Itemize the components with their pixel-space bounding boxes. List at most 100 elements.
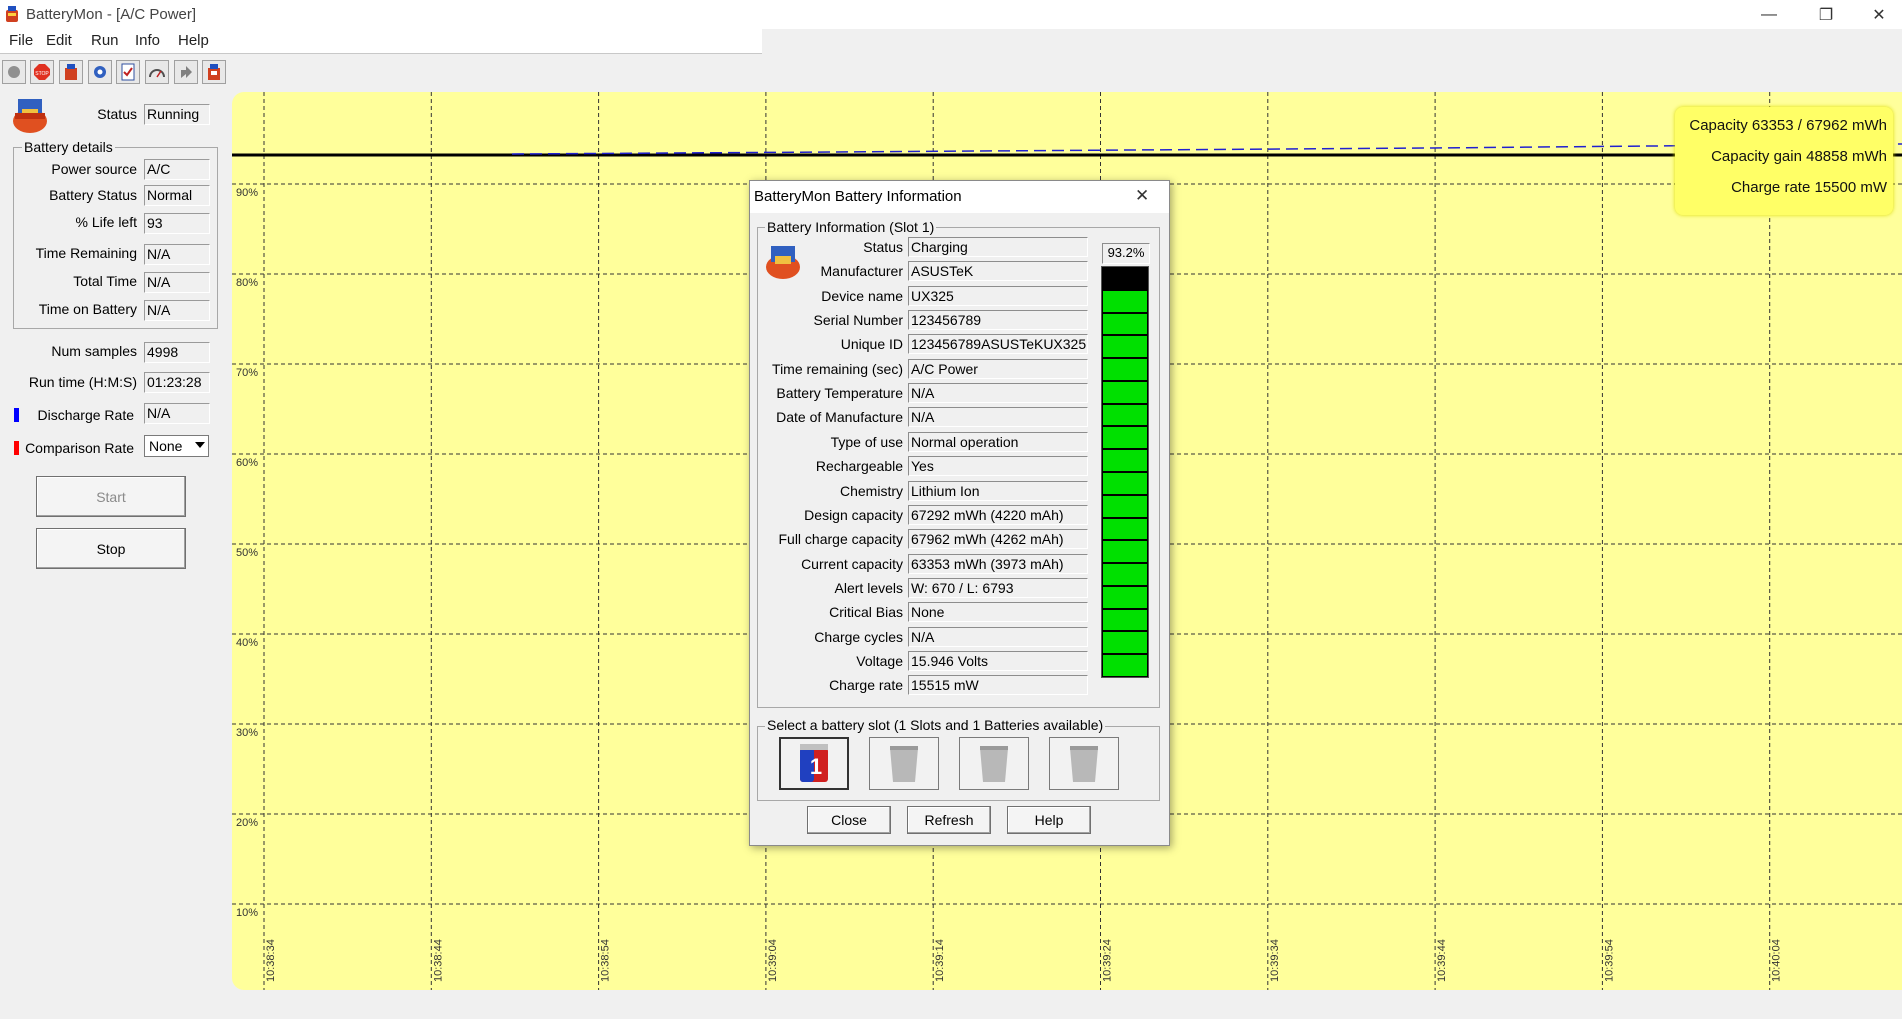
battery-info-icon [208,64,220,80]
stop-icon: STOP [34,64,50,80]
comparison-rate-select[interactable]: None [144,435,209,457]
gauge-icon [149,69,165,78]
time-remaining-field: N/A [144,244,210,265]
record-button[interactable] [2,60,26,84]
info-row-label: Current capacity [801,555,903,572]
status-field: Running [144,104,210,125]
x-tick-label: 10:39:14 [934,939,946,982]
y-tick-label: 30% [236,727,258,739]
charge-level-segment [1103,609,1147,631]
x-tick-label: 10:38:44 [432,939,444,982]
y-tick-label: 20% [236,817,258,829]
info-row-label: Critical Bias [829,604,903,621]
charge-level-segment [1103,632,1147,654]
charge-level-segment [1103,450,1147,471]
menu-file[interactable]: File [9,32,33,49]
slot-buttons: 1 [779,737,1159,793]
y-tick-label: 60% [236,457,258,469]
num-samples-label: Num samples [51,343,137,359]
info-row-value: W: 670 / L: 6793 [908,577,1088,598]
info-row-value: Charging [908,237,1088,257]
settings-button[interactable] [88,60,112,84]
close-window-button[interactable]: ✕ [1856,0,1902,29]
battery-info-group-title: Battery Information (Slot 1) [765,219,937,235]
dialog-close-icon[interactable]: ✕ [1135,186,1149,206]
power-source-field: A/C [144,159,210,180]
charge-level-segment [1103,541,1147,563]
info-row-value: 15515 mW [908,675,1088,696]
time-remaining-label: Time Remaining [35,245,137,261]
menu-info[interactable]: Info [135,32,160,49]
y-tick-label: 90% [236,187,258,199]
dialog-refresh-button[interactable]: Refresh [907,806,991,834]
x-tick-label: 10:38:34 [265,939,277,982]
life-left-label: % Life left [75,214,137,230]
maximize-button[interactable]: ❐ [1803,0,1849,29]
y-tick-label: 40% [236,637,258,649]
export-icon [181,66,192,78]
y-tick-label: 70% [236,367,258,379]
x-tick-label: 10:39:34 [1269,939,1281,982]
charge-percent: 93.2% [1102,243,1150,264]
dialog-close-button[interactable]: Close [807,806,891,834]
window-title: BatteryMon - [A/C Power] [26,6,197,23]
minimize-button[interactable]: — [1746,0,1792,29]
charge-level-segment [1103,586,1147,608]
y-tick-label: 10% [236,907,258,919]
battery-status-field: Normal [144,185,210,206]
info-row-value: N/A [908,407,1088,428]
legend-capacity: Capacity 63353 / 67962 mWh [1689,117,1887,134]
info-row-label: Alert levels [834,579,903,596]
charge-level-segment [1103,359,1147,380]
slot-select-title: Select a battery slot (1 Slots and 1 Bat… [765,717,1106,733]
info-row-label: Manufacturer [820,263,903,280]
slot-3-button[interactable] [959,737,1029,790]
info-row-value: Normal operation [908,431,1088,452]
settings-icon [94,66,106,78]
dialog-help-button[interactable]: Help [1007,806,1091,834]
battery-info-button[interactable] [202,60,226,84]
stop-button[interactable]: STOP [30,60,54,84]
checklist-button[interactable] [116,60,140,84]
dialog-title-bar: BatteryMon Battery Information ✕ [750,181,1169,213]
comparison-rate-value: None [149,438,183,454]
total-time-label: Total Time [73,273,137,289]
battery-button[interactable] [59,60,83,84]
info-row-value: N/A [908,626,1088,647]
x-tick-label: 10:39:24 [1102,939,1114,982]
info-row-label: Time remaining (sec) [772,360,903,377]
chevron-down-icon[interactable] [195,442,205,448]
x-tick-label: 10:39:04 [767,939,779,982]
x-tick-label: 10:39:54 [1603,939,1615,982]
run-time-field: 01:23:28 [144,372,210,393]
info-row-label: Charge rate [829,677,903,694]
info-row-label: Device name [821,287,903,304]
slot-1-button[interactable]: 1 [779,737,849,790]
stop-run-button[interactable]: Stop [36,528,186,569]
info-row-label: Voltage [856,652,903,669]
info-row-label: Status [863,239,903,255]
info-row-label: Chemistry [839,482,903,499]
charge-level-segment [1103,268,1147,289]
info-row-label: Design capacity [804,506,903,523]
gauge-button[interactable] [145,60,169,84]
battery-slot-empty-icon [890,745,918,782]
x-tick-label: 10:38:54 [600,939,612,982]
slot-4-button[interactable] [1049,737,1119,790]
export-button[interactable] [174,60,198,84]
info-row-value: 63353 mWh (3973 mAh) [908,553,1088,574]
info-row-label: Serial Number [813,312,903,329]
info-row-label: Full charge capacity [778,531,903,548]
total-time-field: N/A [144,272,210,293]
slot-2-button[interactable] [869,737,939,790]
battery-info-rows: Status Charging Manufacturer ASUSTeK Device … [750,237,1090,696]
menu-edit[interactable]: Edit [46,32,72,49]
battery-slot-empty-icon [980,745,1008,782]
battery-slot-active-icon: 1 [800,743,828,782]
info-row-label: Rechargeable [815,458,903,475]
menu-help[interactable]: Help [178,32,209,49]
start-button[interactable]: Start [36,476,186,517]
checklist-icon [121,63,135,81]
menu-run[interactable]: Run [91,32,119,49]
charge-level-segment [1103,564,1147,585]
